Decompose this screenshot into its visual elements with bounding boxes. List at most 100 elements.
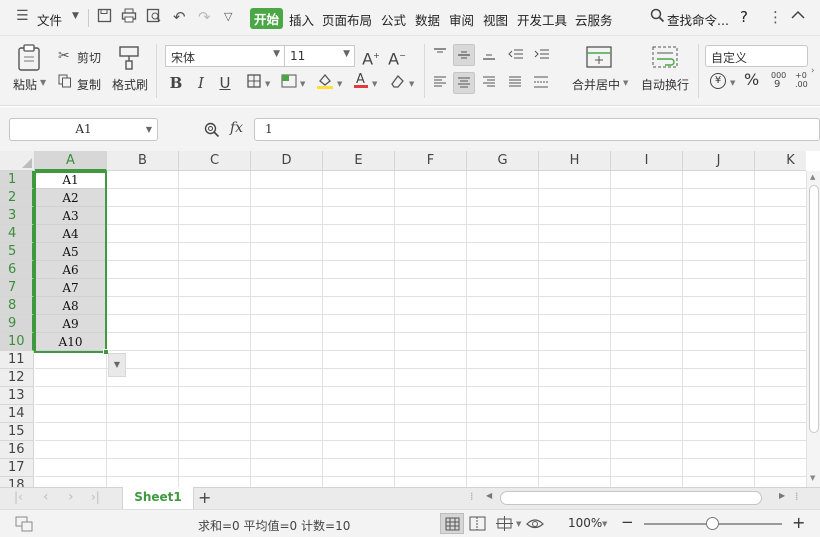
hamburger-menu-icon[interactable]: ☰ [16, 8, 29, 24]
vertical-scrollbar[interactable]: ▲ ▼ [806, 171, 820, 487]
print-preview-icon[interactable] [146, 8, 162, 27]
cell[interactable] [251, 477, 323, 487]
paste-label[interactable]: 粘贴 [13, 76, 37, 93]
cell[interactable] [323, 261, 395, 279]
cell[interactable] [467, 207, 539, 225]
cell[interactable] [395, 369, 467, 387]
chevron-down-icon[interactable]: ▼ [730, 79, 735, 87]
cell[interactable] [683, 477, 755, 487]
cell[interactable] [755, 207, 806, 225]
chevron-down-icon[interactable]: ▼ [623, 79, 628, 87]
cell[interactable] [539, 207, 611, 225]
chevron-down-icon[interactable]: ▼ [72, 11, 79, 21]
cell[interactable] [323, 279, 395, 297]
cell-a1[interactable]: A1 [35, 171, 106, 189]
cell[interactable] [107, 423, 179, 441]
wrap-text-icon[interactable] [652, 45, 678, 72]
reading-layout-icon[interactable] [496, 516, 513, 534]
cell[interactable] [395, 315, 467, 333]
cell[interactable] [755, 279, 806, 297]
cell-a16[interactable] [35, 441, 107, 459]
row-header-12[interactable]: 12 [0, 369, 34, 387]
cell[interactable] [539, 279, 611, 297]
zoom-in-icon[interactable]: + [792, 513, 805, 532]
column-header-c[interactable]: C [179, 151, 251, 171]
row-header-9[interactable]: 9 [0, 315, 34, 333]
cell[interactable] [683, 279, 755, 297]
cell[interactable] [611, 189, 683, 207]
cell[interactable] [251, 171, 323, 189]
spreadsheet-grid[interactable]: ABCDEFGHIJK 1 2 3 4 5 6 7 8 9 10 11 12 13 14 15 16 17 18 … [0, 151, 806, 487]
cell[interactable] [179, 225, 251, 243]
align-bottom-icon[interactable] [478, 44, 500, 66]
cell[interactable] [755, 171, 806, 189]
align-left-icon[interactable] [429, 72, 451, 94]
scroll-up-icon[interactable]: ▲ [810, 173, 815, 181]
cell[interactable] [467, 333, 539, 351]
cell[interactable] [611, 279, 683, 297]
chevron-down-icon[interactable]: ▼ [516, 520, 521, 528]
cell[interactable] [467, 369, 539, 387]
cell[interactable] [107, 279, 179, 297]
chevron-down-icon[interactable]: ▼ [372, 80, 377, 88]
cell[interactable] [251, 423, 323, 441]
tab-home[interactable]: 开始 [250, 8, 284, 29]
cell-a14[interactable] [35, 405, 107, 423]
column-header-i[interactable]: I [611, 151, 683, 171]
cell[interactable] [539, 189, 611, 207]
cell[interactable] [611, 477, 683, 487]
tab-view[interactable]: 视图 [483, 10, 508, 29]
cell[interactable] [611, 405, 683, 423]
cell[interactable] [251, 297, 323, 315]
zoom-level[interactable]: 100% [568, 516, 602, 530]
search-commands[interactable]: 查找命令... [667, 10, 729, 29]
help-icon[interactable]: ? [740, 8, 748, 26]
align-right-icon[interactable] [478, 72, 500, 94]
row-header-8[interactable]: 8 [0, 297, 34, 315]
cell-a8[interactable]: A8 [35, 297, 106, 315]
cell[interactable] [179, 297, 251, 315]
cell[interactable] [611, 315, 683, 333]
add-sheet-icon[interactable]: + [198, 488, 211, 507]
cut-icon[interactable]: ✂ [58, 48, 70, 64]
cell[interactable] [755, 297, 806, 315]
clear-format-icon[interactable] [386, 72, 408, 94]
column-header-d[interactable]: D [251, 151, 323, 171]
cell[interactable] [251, 405, 323, 423]
currency-icon[interactable]: ¥ [710, 73, 726, 89]
cell[interactable] [395, 477, 467, 487]
tab-formulas[interactable]: 公式 [381, 10, 406, 29]
cell[interactable] [179, 315, 251, 333]
cell[interactable] [611, 243, 683, 261]
cell-a15[interactable] [35, 423, 107, 441]
quick-access-dropdown-icon[interactable]: ▽ [224, 10, 232, 23]
column-header-j[interactable]: J [683, 151, 755, 171]
chevron-down-icon[interactable]: ▼ [40, 78, 46, 87]
macro-record-icon[interactable] [15, 516, 33, 535]
cell[interactable] [539, 477, 611, 487]
cell[interactable] [179, 405, 251, 423]
border-icon[interactable] [243, 72, 265, 94]
column-header-h[interactable]: H [539, 151, 611, 171]
normal-view-icon[interactable] [440, 513, 464, 534]
cell[interactable] [107, 243, 179, 261]
cell[interactable] [179, 279, 251, 297]
chevron-down-icon[interactable]: ▼ [337, 80, 342, 88]
cell[interactable] [179, 261, 251, 279]
cell[interactable] [539, 441, 611, 459]
cell[interactable] [611, 333, 683, 351]
print-icon[interactable] [121, 8, 137, 27]
cell[interactable] [611, 459, 683, 477]
zoom-out-icon[interactable]: − [621, 513, 634, 531]
row-header-18[interactable]: 18 [0, 477, 34, 487]
cell[interactable] [251, 261, 323, 279]
row-header-16[interactable]: 16 [0, 441, 34, 459]
format-painter-label[interactable]: 格式刷 [112, 76, 148, 93]
tab-review[interactable]: 审阅 [449, 10, 474, 29]
previous-sheet-icon[interactable]: ‹ [43, 489, 49, 505]
cell[interactable] [539, 297, 611, 315]
eye-protection-icon[interactable] [526, 516, 544, 534]
cell[interactable] [683, 423, 755, 441]
cell[interactable] [179, 171, 251, 189]
cell[interactable] [467, 441, 539, 459]
